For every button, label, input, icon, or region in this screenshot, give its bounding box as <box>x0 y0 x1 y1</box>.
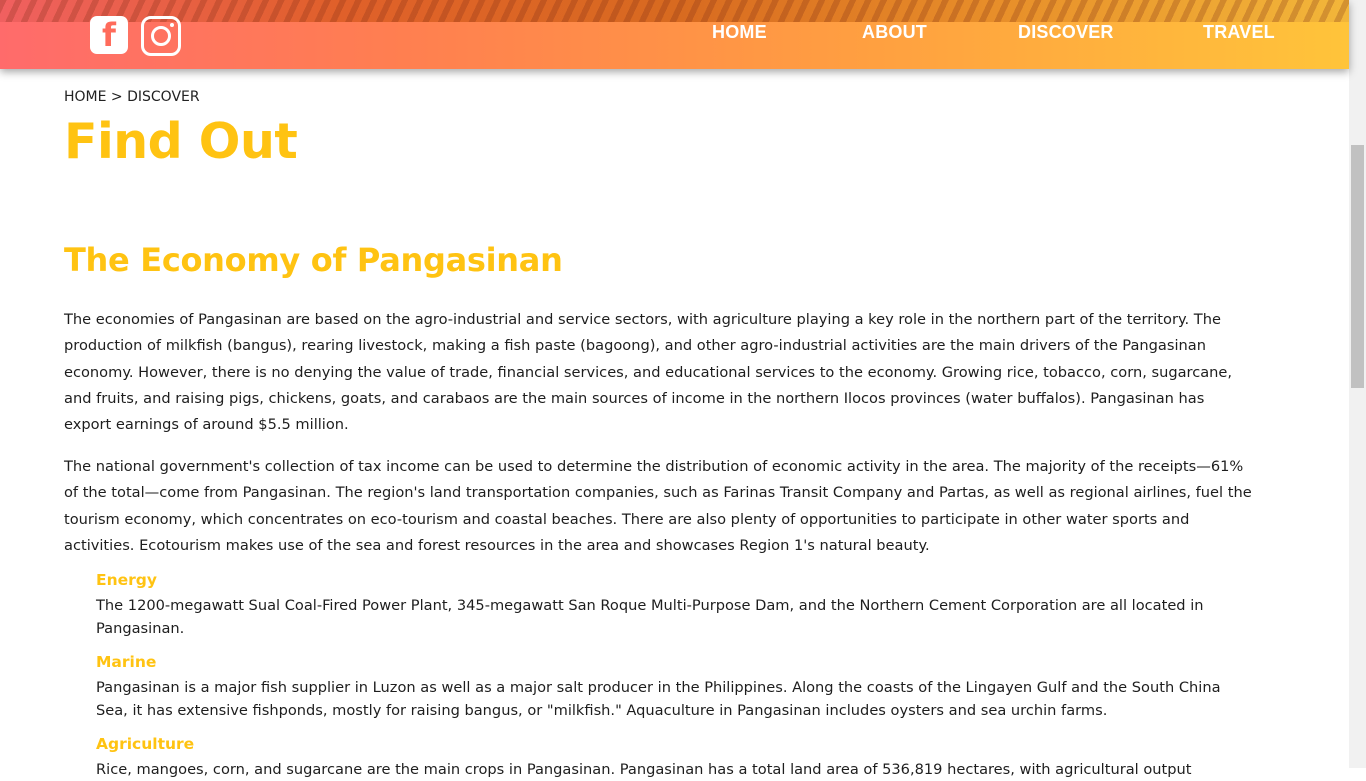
sector-title: Energy <box>96 571 157 589</box>
sector-energy: Energy The 1200-megawatt Sual Coal-Fired… <box>96 569 1254 640</box>
instagram-icon[interactable] <box>141 16 181 56</box>
instagram-dot <box>170 23 174 27</box>
scrollbar-thumb[interactable] <box>1351 145 1364 388</box>
sector-marine: Marine Pangasinan is a major fish suppli… <box>96 651 1254 722</box>
paragraph-tax-tourism: The national government's collection of … <box>64 458 1252 554</box>
nav-about[interactable]: ABOUT <box>862 22 927 43</box>
paragraph-economy-overview: The economies of Pangasinan are based on… <box>64 311 1233 434</box>
facebook-icon[interactable]: f <box>90 16 128 54</box>
nav-travel[interactable]: TRAVEL <box>1203 22 1275 43</box>
nav-discover[interactable]: DISCOVER <box>1018 22 1114 43</box>
sector-text: The 1200-megawatt Sual Coal-Fired Power … <box>96 597 1204 637</box>
page-title: Find Out <box>64 113 298 170</box>
sector-text: Rice, mangoes, corn, and sugarcane are t… <box>96 761 1192 778</box>
instagram-lens <box>151 26 171 46</box>
vertical-scrollbar[interactable] <box>1349 0 1366 768</box>
sector-agriculture: Agriculture Rice, mangoes, corn, and sug… <box>96 733 1254 781</box>
section-title: The Economy of Pangasinan <box>64 241 563 279</box>
sector-title: Marine <box>96 653 157 671</box>
sector-title: Agriculture <box>96 735 195 753</box>
nav-home[interactable]: HOME <box>712 22 767 43</box>
header-banner-image <box>0 0 1349 22</box>
sector-text: Pangasinan is a major fish supplier in L… <box>96 679 1221 719</box>
site-header: f HOME ABOUT DISCOVER TRAVEL <box>0 0 1349 69</box>
breadcrumb[interactable]: HOME > DISCOVER <box>64 89 200 105</box>
